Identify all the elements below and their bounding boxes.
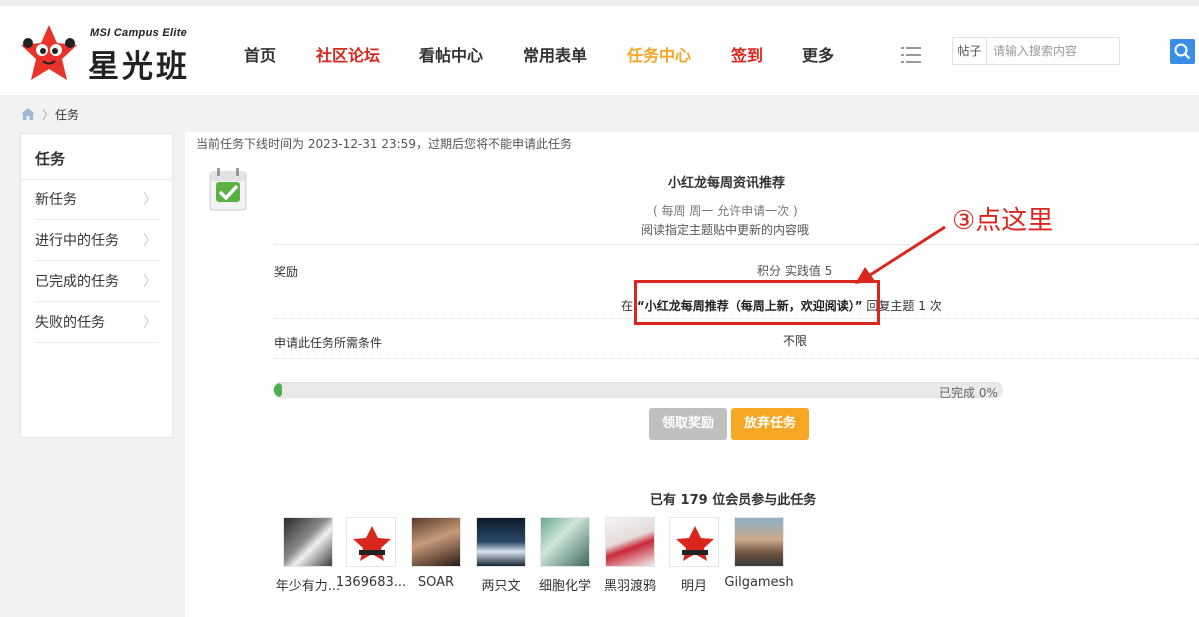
task-detail-panel: 当前任务下线时间为 2023-12-31 23:59，过期后您将不能申请此任务 … [185, 132, 1199, 617]
requirement-value: 不限 [783, 334, 808, 348]
participant-name[interactable]: 明月 [658, 575, 730, 594]
search-button[interactable] [1170, 39, 1195, 64]
participant[interactable]: 黑羽渡鸦 [600, 517, 660, 594]
participants-count: 已有 179 位会员参与此任务 [650, 493, 817, 508]
participant[interactable]: 年少有力... [276, 517, 340, 594]
search-icon [1174, 43, 1191, 60]
participant-name[interactable]: Gilgamesh [723, 575, 795, 590]
avatar[interactable] [411, 517, 461, 567]
breadcrumb-separator: 〉 [42, 108, 55, 122]
participant-name[interactable]: 1369683... [335, 575, 407, 590]
search-input[interactable]: 请输入搜索内容 [987, 37, 1120, 65]
avatar[interactable] [283, 517, 333, 567]
sidebar-item-new-tasks[interactable]: 新任务 〉 [35, 180, 159, 220]
annotation-highlight-box [634, 280, 880, 325]
nav-posts-center[interactable]: 看帖中心 [419, 42, 483, 66]
nav-common-forms[interactable]: 常用表单 [523, 42, 587, 66]
task-sidebar: 任务 新任务 〉 进行中的任务 〉 已完成的任务 〉 失败的任务 〉 [20, 133, 173, 438]
site-header: MSI Campus Elite 星光班 首页 社区论坛 看帖中心 常用表单 任… [0, 6, 1199, 95]
chevron-right-icon: 〉 [143, 233, 157, 249]
nav-home[interactable]: 首页 [244, 42, 276, 66]
nav-forum[interactable]: 社区论坛 [316, 42, 380, 66]
site-logo[interactable]: MSI Campus Elite 星光班 [18, 23, 218, 87]
task-calendar-check-icon [209, 168, 247, 211]
search-scope-select[interactable]: 帖子 [952, 37, 987, 65]
participant[interactable]: Gilgamesh [724, 517, 794, 592]
avatar[interactable] [669, 517, 719, 567]
progress-text: 已完成 0% [939, 386, 998, 400]
list-menu-icon[interactable] [901, 46, 921, 64]
claim-reward-button[interactable]: 领取奖励 [649, 408, 727, 440]
reward-label: 奖励 [274, 265, 299, 279]
sidebar-title: 任务 [35, 150, 66, 168]
avatar[interactable] [540, 517, 590, 567]
participant[interactable]: 明月 [664, 517, 724, 594]
participant-name[interactable]: 年少有力... [272, 575, 344, 594]
sidebar-item-failed[interactable]: 失败的任务 〉 [35, 303, 159, 343]
task-progress-bar [273, 382, 1003, 398]
avatar[interactable] [605, 517, 655, 567]
chevron-right-icon: 〉 [143, 192, 157, 208]
sidebar-item-label: 已完成的任务 [35, 274, 119, 290]
participant[interactable]: 细胞化学 [535, 517, 595, 594]
participant[interactable]: 1369683... [336, 517, 406, 592]
search-bar: 帖子 请输入搜索内容 [952, 37, 1196, 65]
participant-name[interactable]: SOAR [400, 575, 472, 590]
avatar[interactable] [476, 517, 526, 567]
divider [274, 358, 1199, 359]
task-description: 阅读指定主题贴中更新的内容哦 [641, 223, 810, 237]
sidebar-item-label: 新任务 [35, 192, 77, 208]
abandon-task-button[interactable]: 放弃任务 [731, 408, 809, 440]
nav-more[interactable]: 更多 [802, 42, 834, 66]
avatar[interactable] [734, 517, 784, 567]
participant[interactable]: SOAR [406, 517, 466, 592]
chevron-right-icon: 〉 [143, 274, 157, 290]
breadcrumb-current: 任务 [55, 108, 80, 122]
participant-name[interactable]: 两只文 [465, 575, 537, 594]
msi-dragon-logo-icon [353, 526, 391, 561]
annotation-arrow-icon [855, 225, 946, 284]
sidebar-item-label: 失败的任务 [35, 315, 105, 331]
task-frequency: ( 每周 周一 允许申请一次 ) [653, 204, 798, 218]
nav-task-center[interactable]: 任务中心 [627, 42, 691, 66]
divider [274, 244, 1199, 245]
sidebar-item-completed[interactable]: 已完成的任务 〉 [35, 262, 159, 302]
avatar[interactable] [346, 517, 396, 567]
reward-value: 积分 实践值 5 [757, 264, 833, 278]
participant-name[interactable]: 细胞化学 [529, 575, 601, 594]
sidebar-item-in-progress[interactable]: 进行中的任务 〉 [35, 221, 159, 261]
chevron-right-icon: 〉 [143, 315, 157, 331]
logo-english-text: MSI Campus Elite [90, 27, 188, 39]
task-progress-fill [274, 383, 282, 397]
msi-dragon-logo-icon [676, 526, 714, 561]
participant[interactable]: 两只文 [471, 517, 531, 594]
nav-checkin[interactable]: 签到 [731, 42, 763, 66]
star-mascot-icon [21, 25, 77, 80]
task-title: 小红龙每周资讯推荐 [668, 176, 786, 191]
requirement-label: 申请此任务所需条件 [274, 336, 383, 350]
task-deadline-notice: 当前任务下线时间为 2023-12-31 23:59，过期后您将不能申请此任务 [196, 137, 572, 151]
participant-name[interactable]: 黑羽渡鸦 [594, 575, 666, 594]
annotation-text: ③点这里 [952, 206, 1054, 236]
sidebar-item-label: 进行中的任务 [35, 233, 119, 249]
logo-chinese-text: 星光班 [88, 49, 190, 85]
home-icon[interactable] [20, 107, 36, 121]
